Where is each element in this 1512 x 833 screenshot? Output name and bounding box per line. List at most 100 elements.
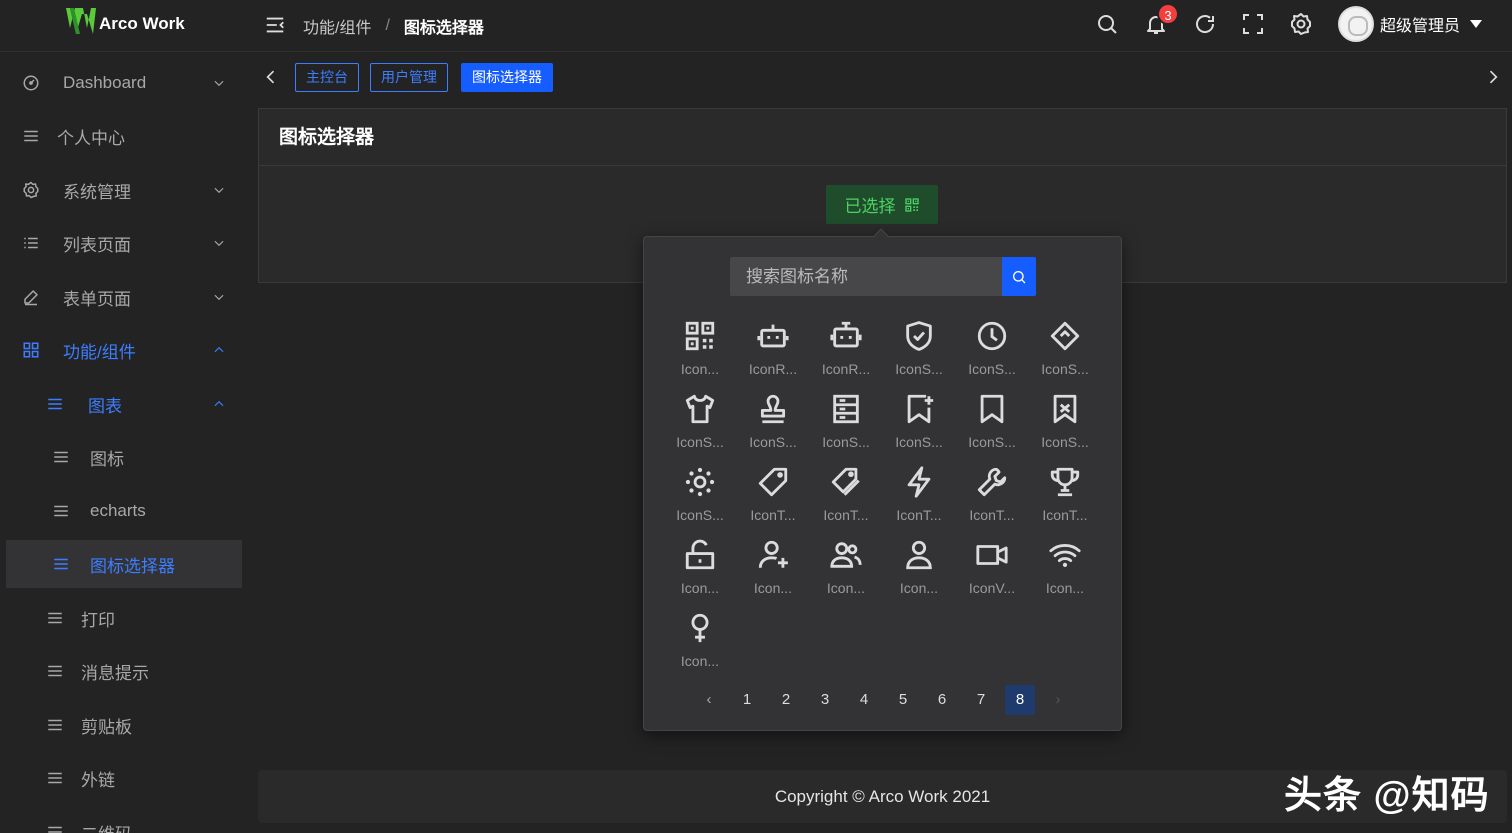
sidebar-item-external-link[interactable]: 外链 (6, 754, 242, 802)
tab-user-management[interactable]: 用户管理 (370, 63, 448, 92)
icon-option-label: IconT... (823, 507, 869, 523)
icon-option[interactable]: IconS... (814, 392, 878, 460)
icon-option[interactable]: IconS... (1033, 319, 1097, 387)
page-button[interactable]: 5 (888, 685, 918, 715)
icon-option[interactable]: IconT... (741, 465, 805, 533)
icon-option[interactable]: IconT... (1033, 465, 1097, 533)
icon-option[interactable]: IconS... (668, 392, 732, 460)
icon-option[interactable]: IconT... (960, 465, 1024, 533)
sidebar-item-charts[interactable]: 图表 (6, 380, 242, 428)
page-button[interactable]: 8 (1005, 685, 1035, 715)
page-button[interactable]: 7 (966, 685, 996, 715)
icon-option[interactable]: Icon... (668, 538, 732, 606)
qrcode-icon (904, 197, 920, 213)
chevron-left-icon[interactable] (261, 67, 281, 87)
notification-badge: 3 (1157, 3, 1179, 25)
icon-option[interactable]: Icon... (668, 319, 732, 387)
icon-option[interactable]: Icon... (668, 611, 732, 679)
icon-option[interactable]: Icon... (887, 538, 951, 606)
sidebar-item-qrcode[interactable]: 二维码 (6, 808, 242, 833)
sidebar-item-label: 图表 (88, 396, 122, 416)
sidebar-item-form-pages[interactable]: 表单页面 (6, 273, 242, 321)
menu-icon (52, 502, 70, 520)
menu-icon (52, 555, 70, 573)
sidebar-item-label: 消息提示 (81, 663, 149, 683)
next-page-button[interactable]: › (1043, 685, 1073, 715)
tab-dashboard[interactable]: 主控台 (295, 63, 359, 92)
user-menu[interactable]: 超级管理员 (1338, 6, 1483, 42)
icon-option[interactable]: Icon... (1033, 538, 1097, 606)
icon-option[interactable]: Icon... (814, 538, 878, 606)
icon-option[interactable]: IconS... (668, 465, 732, 533)
sidebar-item-profile[interactable]: 个人中心 (6, 112, 242, 160)
watermark: 头条 @知码 (1284, 775, 1490, 817)
icon-option[interactable]: IconS... (741, 392, 805, 460)
chevron-right-icon[interactable] (1483, 67, 1503, 87)
icon-option-label: IconS... (676, 434, 724, 450)
gear-icon (22, 181, 40, 199)
icon-option-label: Icon... (680, 361, 720, 377)
icon-option-label: IconT... (750, 507, 796, 523)
sidebar-item-label: 二维码 (81, 820, 132, 833)
prev-page-button[interactable]: ‹ (694, 685, 724, 715)
subscribed-icon (1048, 392, 1082, 426)
sidebar-item-echarts[interactable]: echarts (6, 487, 242, 535)
icon-option-label: IconV... (968, 580, 1016, 596)
icon-option-label: IconT... (1042, 507, 1088, 523)
gear-icon[interactable] (1289, 12, 1313, 36)
user-add-icon (756, 538, 790, 572)
page-button[interactable]: 4 (849, 685, 879, 715)
app-logo[interactable]: Arco Work (62, 6, 185, 42)
sidebar-item-icon-selector[interactable]: 图标选择器 (6, 540, 242, 588)
qrcode-icon (683, 319, 717, 353)
refresh-icon[interactable] (1193, 12, 1217, 36)
icon-option[interactable]: IconR... (814, 319, 878, 387)
icon-option[interactable]: IconS... (960, 392, 1024, 460)
page-button[interactable]: 1 (732, 685, 762, 715)
breadcrumb-item[interactable]: 功能/组件 (303, 14, 371, 38)
icon-option-label: IconS... (895, 434, 943, 450)
unlock-icon (683, 538, 717, 572)
sidebar-item-dashboard[interactable]: Dashboard (6, 59, 242, 107)
fullscreen-icon[interactable] (1241, 12, 1265, 36)
sidebar-item-clipboard[interactable]: 剪贴板 (6, 701, 242, 749)
icon-option[interactable]: IconS... (887, 392, 951, 460)
sidebar-item-message[interactable]: 消息提示 (6, 647, 242, 695)
menu-icon (46, 609, 64, 627)
chevron-down-icon (212, 236, 226, 250)
page-button[interactable]: 2 (771, 685, 801, 715)
selected-label: 已选择 (844, 197, 896, 216)
sidebar-item-list-pages[interactable]: 列表页面 (6, 219, 242, 267)
sidebar-item-system[interactable]: 系统管理 (6, 166, 242, 214)
breadcrumb: 功能/组件 / 图标选择器 (303, 14, 484, 38)
sidebar-item-icons[interactable]: 图标 (6, 433, 242, 481)
safe-icon (902, 319, 936, 353)
page-button[interactable]: 3 (810, 685, 840, 715)
icon-option[interactable]: IconT... (814, 465, 878, 533)
icon-option[interactable]: IconS... (960, 319, 1024, 387)
user-group-icon (829, 538, 863, 572)
wifi-icon (1048, 538, 1082, 572)
icon-option[interactable]: IconS... (887, 319, 951, 387)
icon-option[interactable]: IconT... (887, 465, 951, 533)
icon-option[interactable]: IconR... (741, 319, 805, 387)
robot-add-icon (756, 319, 790, 353)
sidebar-item-label: 图标选择器 (90, 556, 175, 576)
selected-icon-button[interactable]: 已选择 (826, 185, 938, 224)
icon-option[interactable]: Icon... (741, 538, 805, 606)
page-button[interactable]: 6 (927, 685, 957, 715)
icon-option-label: IconT... (896, 507, 942, 523)
icon-option[interactable]: IconV... (960, 538, 1024, 606)
logo-w-icon (62, 8, 96, 34)
tag-icon (756, 465, 790, 499)
search-icon[interactable] (1095, 12, 1119, 36)
menu-fold-icon[interactable] (264, 14, 286, 36)
search-button[interactable] (1002, 257, 1036, 296)
sidebar-item-print[interactable]: 打印 (6, 594, 242, 642)
icon-search-input[interactable]: 搜索图标名称 (730, 257, 1002, 296)
sidebar-item-components[interactable]: 功能/组件 (6, 326, 242, 374)
tab-icon-selector[interactable]: 图标选择器 (461, 63, 553, 92)
icon-option[interactable]: IconS... (1033, 392, 1097, 460)
icon-option-label: IconS... (968, 361, 1016, 377)
menu-icon (22, 127, 40, 145)
